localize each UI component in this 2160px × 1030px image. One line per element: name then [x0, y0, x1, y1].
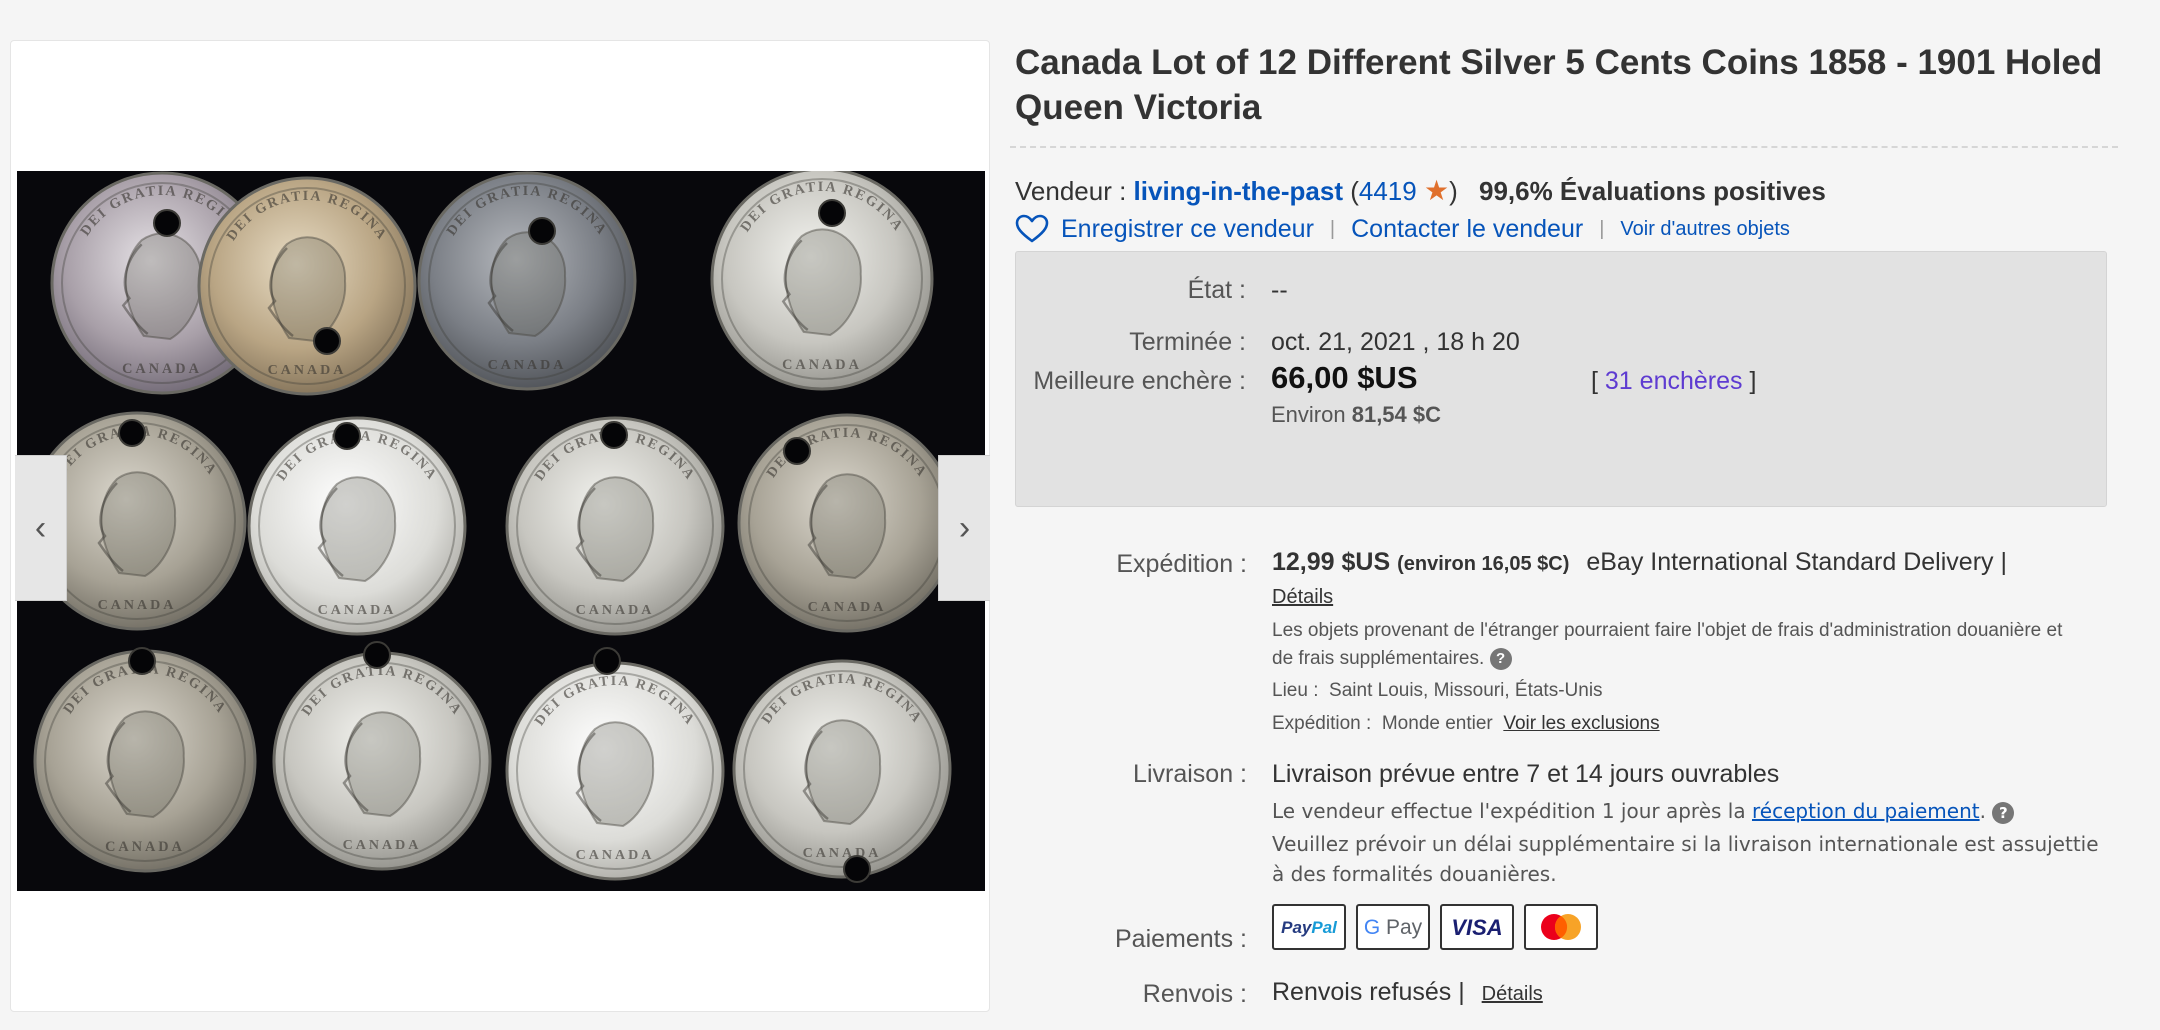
approx-price: Environ 81,54 $C — [1271, 402, 1441, 428]
payment-received-link[interactable]: réception du paiement — [1752, 799, 1980, 823]
svg-text:CANADA: CANADA — [343, 838, 422, 853]
coin-4: DEI GRATIA REGINACANADA — [710, 171, 934, 391]
gallery-prev-button[interactable]: ‹ — [15, 455, 67, 601]
shipping-price-line: 12,99 $US (environ 16,05 $C) eBay Intern… — [1272, 548, 2007, 577]
star-icon: ★ — [1423, 175, 1450, 206]
svg-text:CANADA: CANADA — [782, 357, 862, 373]
separator: | — [1599, 217, 1605, 240]
svg-text:PayPal: PayPal — [1281, 918, 1338, 937]
delivery-label: Livraison : — [1133, 760, 1247, 788]
chevron-left-icon: ‹ — [34, 508, 47, 547]
condition-value: -- — [1271, 276, 1288, 304]
help-icon[interactable]: ? — [1992, 801, 2015, 824]
ships-to: Expédition : Monde entier Voir les exclu… — [1272, 710, 1660, 738]
shipping-details-row: Détails — [1272, 586, 1333, 609]
returns-value: Renvois refusés — [1272, 978, 1452, 1006]
coin-9: DEI GRATIA REGINACANADA — [33, 647, 257, 873]
gallery-next-button[interactable]: › — [938, 455, 990, 601]
seller-actions: Enregistrer ce vendeur | Contacter le ve… — [1015, 214, 1790, 244]
seller-info: Vendeur : living-in-the-past (4419 ★) 99… — [1015, 174, 1826, 207]
handling-time: Le vendeur effectue l'expédition 1 jour … — [1272, 796, 2015, 826]
payments-label: Paiements : — [1114, 925, 1247, 953]
svg-text:CANADA: CANADA — [318, 603, 397, 618]
delivery-estimate: Livraison prévue entre 7 et 14 jours ouv… — [1272, 760, 1780, 788]
feedback-close-paren: ) — [1449, 176, 1458, 206]
svg-text:CANADA: CANADA — [98, 598, 177, 613]
chevron-right-icon: › — [958, 508, 971, 547]
google-pay-icon: G Pay — [1356, 904, 1430, 950]
returns-details-link[interactable]: Détails — [1482, 983, 1543, 1005]
coin-3: DEI GRATIA REGINACANADA — [417, 171, 637, 391]
ships-to-label: Expédition : — [1272, 713, 1372, 734]
shipping-details-link[interactable]: Détails — [1272, 586, 1333, 608]
handling-suffix: . — [1979, 799, 1986, 823]
image-gallery: DEI GRATIA REGINACANADADEI GRATIA REGINA… — [10, 40, 990, 1012]
best-bid-value: 66,00 $US — [1271, 360, 1418, 395]
svg-text:CANADA: CANADA — [488, 358, 567, 373]
bid-history-link[interactable]: 31 enchères — [1605, 367, 1743, 395]
seller-name-link[interactable]: living-in-the-past — [1134, 176, 1343, 206]
customs-note-row: Les objets provenant de l'étranger pourr… — [1272, 617, 2082, 673]
coin-2: DEI GRATIA REGINACANADA — [197, 176, 417, 396]
returns-label: Renvois : — [1142, 980, 1247, 1008]
item-location: Lieu : Saint Louis, Missouri, États-Unis — [1272, 677, 1603, 705]
coin-6: DEI GRATIA REGINACANADA — [247, 416, 467, 636]
approx-prefix: Environ — [1271, 402, 1346, 427]
feedback-open-paren: ( — [1350, 176, 1359, 206]
save-seller-link[interactable]: Enregistrer ce vendeur — [1061, 215, 1314, 244]
positive-feedback: 99,6% Évaluations positives — [1478, 176, 1826, 206]
bids-open-bracket: [ — [1591, 367, 1598, 395]
other-items-link[interactable]: Voir d'autres objets — [1620, 218, 1789, 241]
ended-label: Terminée : — [1129, 328, 1246, 356]
svg-text:CANADA: CANADA — [268, 363, 347, 378]
seller-label: Vendeur : — [1015, 176, 1127, 206]
exclusions-link[interactable]: Voir les exclusions — [1503, 713, 1659, 734]
coin-8: DEI GRATIA REGINACANADA — [737, 413, 957, 633]
coins-image: DEI GRATIA REGINACANADADEI GRATIA REGINA… — [17, 171, 985, 891]
listing-title: Canada Lot of 12 Different Silver 5 Cent… — [1015, 43, 2103, 127]
svg-text:CANADA: CANADA — [808, 600, 887, 615]
help-icon[interactable]: ? — [1489, 647, 1512, 670]
condition-label: État : — [1187, 276, 1246, 304]
shipping-price: 12,99 $US — [1272, 548, 1391, 576]
svg-text:CANADA: CANADA — [105, 839, 185, 855]
mastercard-icon — [1524, 904, 1598, 950]
svg-text:CANADA: CANADA — [576, 848, 655, 863]
handling-prefix: Le vendeur effectue l'expédition 1 jour … — [1272, 799, 1746, 823]
heart-icon[interactable] — [1015, 214, 1049, 244]
approx-value: 81,54 $C — [1351, 402, 1442, 427]
svg-text:VISA: VISA — [1451, 915, 1502, 940]
shipping-label: Expédition : — [1116, 550, 1247, 578]
contact-seller-link[interactable]: Contacter le vendeur — [1351, 215, 1583, 244]
bids-close-bracket: ] — [1749, 367, 1757, 395]
ships-to-value: Monde entier — [1381, 713, 1493, 734]
coin-7: DEI GRATIA REGINACANADA — [505, 416, 725, 636]
title-divider — [1010, 146, 2118, 148]
svg-text:CANADA: CANADA — [122, 361, 202, 377]
feedback-count-link[interactable]: 4419 — [1359, 176, 1417, 206]
svg-text:G Pay: G Pay — [1364, 916, 1423, 939]
customs-note: Les objets provenant de l'étranger pourr… — [1272, 620, 2063, 669]
svg-text:CANADA: CANADA — [576, 603, 655, 618]
visa-icon: VISA — [1440, 904, 1514, 950]
location-label: Lieu : — [1272, 680, 1319, 701]
paypal-icon: PayPal — [1272, 904, 1346, 950]
bid-count: [ 31 enchères ] — [1591, 367, 1756, 396]
intl-delivery-note: Veuillez prévoir un délai supplémentaire… — [1272, 832, 2099, 886]
best-bid-label: Meilleure enchère : — [1033, 367, 1246, 395]
separator: | — [1329, 217, 1336, 240]
location-value: Saint Louis, Missouri, États-Unis — [1329, 680, 1603, 701]
payment-methods: PayPal G Pay VISA — [1272, 904, 1598, 950]
returns-policy: Renvois refusés | Détails — [1272, 978, 1543, 1007]
returns-separator: | — [1458, 978, 1465, 1006]
listing-status-box: État : -- Terminée : oct. 21, 2021 , 18 … — [1015, 251, 2107, 507]
shipping-service: eBay International Standard Delivery | — [1586, 548, 2007, 576]
ended-value: oct. 21, 2021 , 18 h 20 — [1271, 328, 1520, 356]
item-photo[interactable]: DEI GRATIA REGINACANADADEI GRATIA REGINA… — [17, 171, 985, 891]
svg-text:CANADA: CANADA — [803, 846, 882, 861]
shipping-price-approx: (environ 16,05 $C) — [1397, 553, 1570, 575]
